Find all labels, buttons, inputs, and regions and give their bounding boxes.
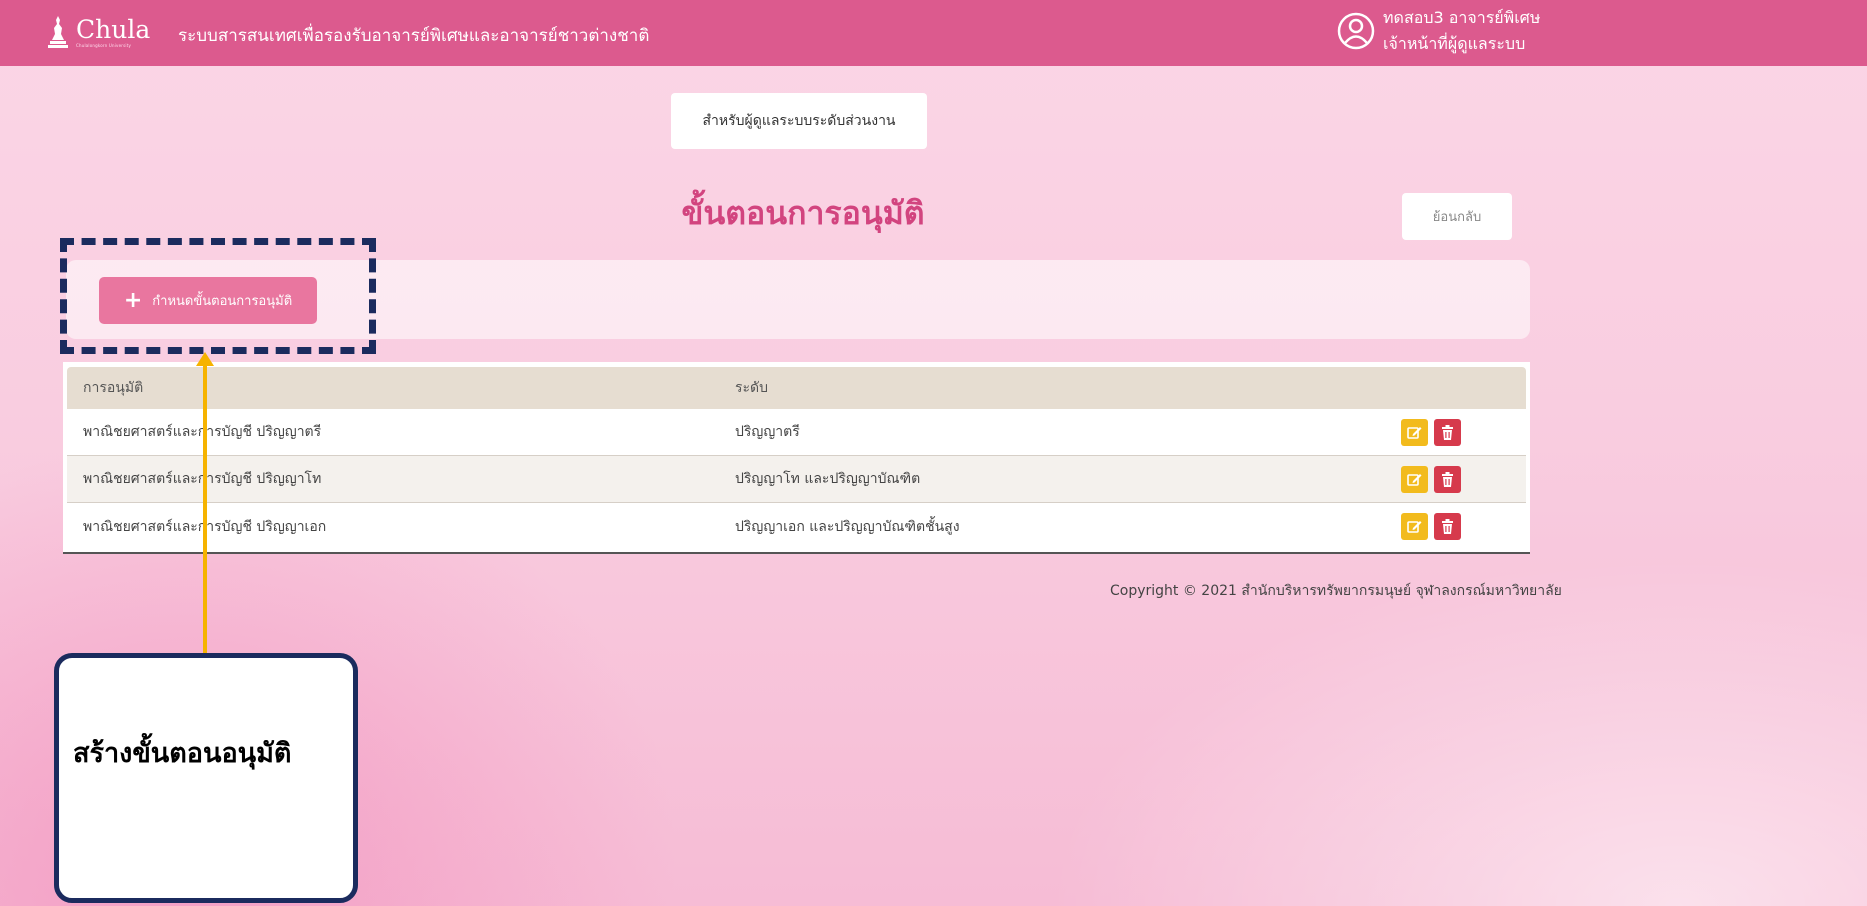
chula-emblem-icon	[48, 16, 68, 48]
copyright-text: Copyright © 2021 สำนักบริหารทรัพยากรมนุษ…	[1110, 583, 1562, 599]
user-role: เจ้าหน้าที่ผู้ดูแลระบบ	[1383, 34, 1526, 53]
annotation-arrow-line	[203, 362, 207, 658]
approval-table: การอนุมัติ ระดับ พาณิชยศาสตร์และการบัญชี…	[63, 362, 1530, 554]
callout-text: สร้างขั้นตอนอนุมัติ	[73, 738, 292, 769]
edit-button[interactable]	[1401, 419, 1428, 446]
delete-button[interactable]	[1434, 466, 1461, 493]
edit-icon	[1407, 427, 1422, 439]
approval-level: ปริญญาตรี	[735, 424, 800, 440]
annotation-arrow-head	[196, 352, 214, 366]
table-row: พาณิชยศาสตร์และการบัญชี ปริญญาเอก ปริญญา…	[67, 503, 1526, 550]
trash-icon	[1442, 519, 1453, 534]
trash-icon	[1442, 472, 1453, 487]
page-title: ขั้นตอนการอนุมัติ	[681, 194, 925, 232]
delete-button[interactable]	[1434, 513, 1461, 540]
logo-word: Chula	[76, 14, 151, 44]
edit-icon	[1407, 474, 1422, 486]
trash-icon	[1442, 425, 1453, 440]
user-name[interactable]: ทดสอบ3 อาจารย์พิเศษ	[1383, 6, 1540, 31]
delete-button[interactable]	[1434, 419, 1461, 446]
highlight-box	[60, 238, 376, 354]
column-header-approval: การอนุมัติ	[83, 380, 144, 396]
top-bar: Chula Chulalongkorn University ระบบสารสน…	[0, 0, 1867, 66]
annotation-callout: สร้างขั้นตอนอนุมัติ	[54, 653, 358, 903]
table-row: พาณิชยศาสตร์และการบัญชี ปริญญาตรี ปริญญา…	[67, 409, 1526, 456]
table-header: การอนุมัติ ระดับ	[67, 367, 1526, 409]
edit-button[interactable]	[1401, 466, 1428, 493]
logo-subtitle: Chulalongkorn University	[76, 42, 132, 48]
chula-logo[interactable]: Chula Chulalongkorn University	[46, 14, 150, 50]
approval-level: ปริญญาเอก และปริญญาบัณฑิตชั้นสูง	[735, 518, 960, 535]
system-title: ระบบสารสนเทศเพื่อรองรับอาจารย์พิเศษและอา…	[178, 26, 650, 46]
back-button[interactable]: ย้อนกลับ	[1402, 193, 1512, 240]
approval-level: ปริญญาโท และปริญญาบัณฑิต	[735, 471, 921, 487]
edit-button[interactable]	[1401, 513, 1428, 540]
table-row: พาณิชยศาสตร์และการบัญชี ปริญญาโท ปริญญาโ…	[67, 456, 1526, 503]
edit-icon	[1407, 521, 1422, 533]
column-header-level: ระดับ	[735, 380, 769, 396]
user-circle-icon[interactable]	[1336, 11, 1376, 51]
context-label: สำหรับผู้ดูแลระบบระดับส่วนงาน	[671, 93, 927, 149]
